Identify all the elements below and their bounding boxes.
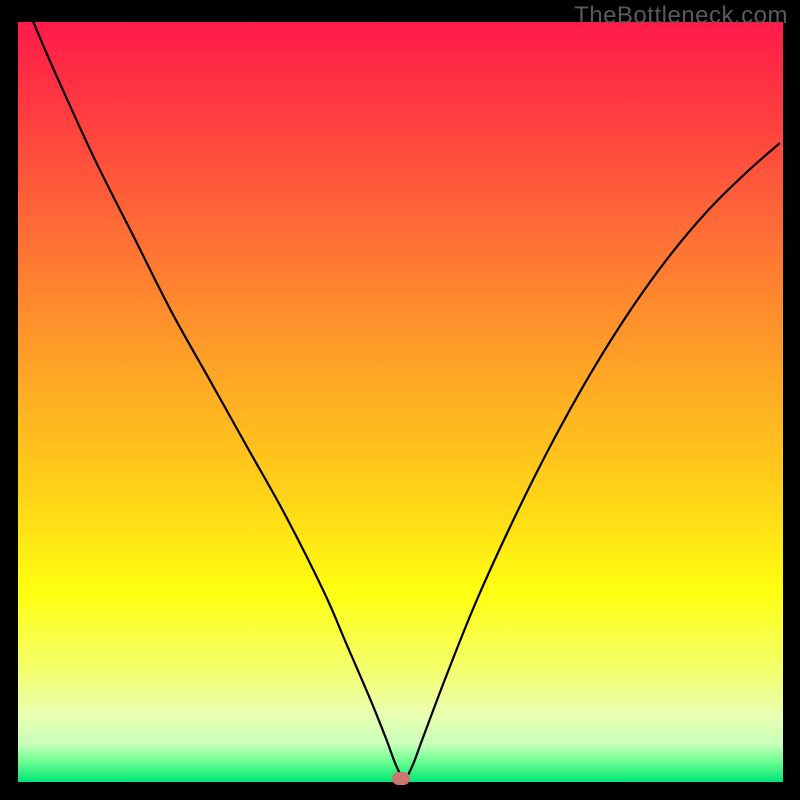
chart-frame: TheBottleneck.com	[0, 0, 800, 800]
optimal-point-marker	[392, 772, 410, 785]
watermark-text: TheBottleneck.com	[574, 2, 788, 30]
chart-svg	[18, 22, 783, 782]
plot-area	[18, 22, 783, 782]
gradient-rect	[18, 22, 783, 782]
